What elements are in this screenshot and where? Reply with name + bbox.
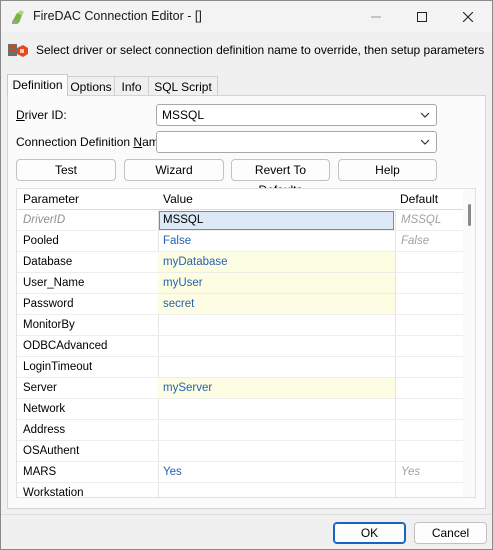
close-icon[interactable] [445, 1, 491, 32]
param-value[interactable]: myUser [163, 277, 203, 289]
table-row[interactable]: DriverID MSSQL MSSQL [17, 210, 463, 231]
chevron-down-icon[interactable] [419, 135, 431, 149]
table-row[interactable]: Workstation [17, 483, 463, 498]
maximize-icon[interactable] [399, 1, 445, 32]
connection-definition-name-combo[interactable] [156, 131, 437, 153]
window-title: FireDAC Connection Editor - [] [33, 9, 202, 23]
param-value[interactable]: myServer [163, 382, 212, 394]
connection-definition-name-label: Connection Definition Name: [16, 135, 169, 149]
param-default: False [401, 235, 430, 247]
param-default: MSSQL [401, 214, 442, 226]
param-value[interactable]: myDatabase [163, 256, 228, 268]
param-name: OSAuthent [23, 445, 80, 457]
table-row[interactable]: MonitorBy [17, 315, 463, 336]
header-parameter[interactable]: Parameter [23, 192, 79, 206]
minimize-icon[interactable] [353, 1, 399, 32]
param-name: Network [23, 403, 66, 415]
param-value[interactable]: Yes [163, 466, 182, 478]
connection-icon [7, 40, 29, 60]
tab-sql-script[interactable]: SQL Script [148, 76, 218, 96]
param-name: User_Name [23, 277, 85, 289]
tab-info[interactable]: Info [114, 76, 149, 96]
app-icon [10, 9, 26, 25]
instruction-text: Select driver or select connection defin… [36, 43, 485, 57]
param-name: ODBCAdvanced [23, 340, 108, 352]
param-name: MARS [23, 466, 57, 478]
table-row[interactable]: Password secret [17, 294, 463, 315]
param-name: Address [23, 424, 66, 436]
driver-id-label: Driver ID: [16, 108, 67, 122]
table-row[interactable]: Database myDatabase [17, 252, 463, 273]
cancel-button[interactable]: Cancel [414, 522, 487, 544]
param-name: Pooled [23, 235, 59, 247]
param-name: Database [23, 256, 73, 268]
param-name: Server [23, 382, 57, 394]
header-value[interactable]: Value [163, 192, 193, 206]
revert-to-defaults-button[interactable]: Revert To Defaults [231, 159, 330, 197]
param-name: Workstation [23, 487, 84, 498]
param-name: LoginTimeout [23, 361, 93, 373]
help-button[interactable]: Help [338, 159, 437, 181]
driver-id-value: MSSQL [162, 108, 205, 122]
value-editor[interactable]: MSSQL [159, 211, 394, 230]
table-row[interactable]: MARS Yes Yes [17, 462, 463, 483]
grid-header: Parameter Value Default [17, 189, 463, 210]
vertical-scrollbar[interactable] [463, 189, 475, 497]
table-row[interactable]: User_Name myUser [17, 273, 463, 294]
connection-editor-window: FireDAC Connection Editor - [] Select dr… [0, 0, 493, 550]
table-row[interactable]: Server myServer [17, 378, 463, 399]
param-name: DriverID [23, 214, 66, 226]
wizard-button[interactable]: Wizard [124, 159, 224, 181]
table-row[interactable]: OSAuthent [17, 441, 463, 462]
table-row[interactable]: ODBCAdvanced [17, 336, 463, 357]
table-row[interactable]: LoginTimeout [17, 357, 463, 378]
param-name: Password [23, 298, 74, 310]
param-name: MonitorBy [23, 319, 75, 331]
parameters-grid: Parameter Value Default DriverID MSSQL M… [16, 188, 476, 498]
param-value[interactable]: False [163, 235, 191, 247]
driver-id-combo[interactable]: MSSQL [156, 104, 437, 126]
chevron-down-icon[interactable] [419, 108, 431, 122]
param-value[interactable]: secret [163, 298, 194, 310]
tab-options[interactable]: Options [67, 76, 115, 96]
param-default: Yes [401, 466, 421, 478]
footer-divider [1, 514, 492, 515]
test-button[interactable]: Test [16, 159, 116, 181]
param-value: MSSQL [163, 214, 204, 226]
table-row[interactable]: Pooled False False [17, 231, 463, 252]
ok-button[interactable]: OK [333, 522, 406, 544]
header-default[interactable]: Default [400, 192, 438, 206]
tab-definition[interactable]: Definition [7, 74, 68, 96]
instruction-banner: Select driver or select connection defin… [1, 33, 492, 67]
scrollbar-thumb[interactable] [468, 204, 471, 226]
title-bar: FireDAC Connection Editor - [] [1, 1, 492, 32]
table-row[interactable]: Network [17, 399, 463, 420]
table-row[interactable]: Address [17, 420, 463, 441]
